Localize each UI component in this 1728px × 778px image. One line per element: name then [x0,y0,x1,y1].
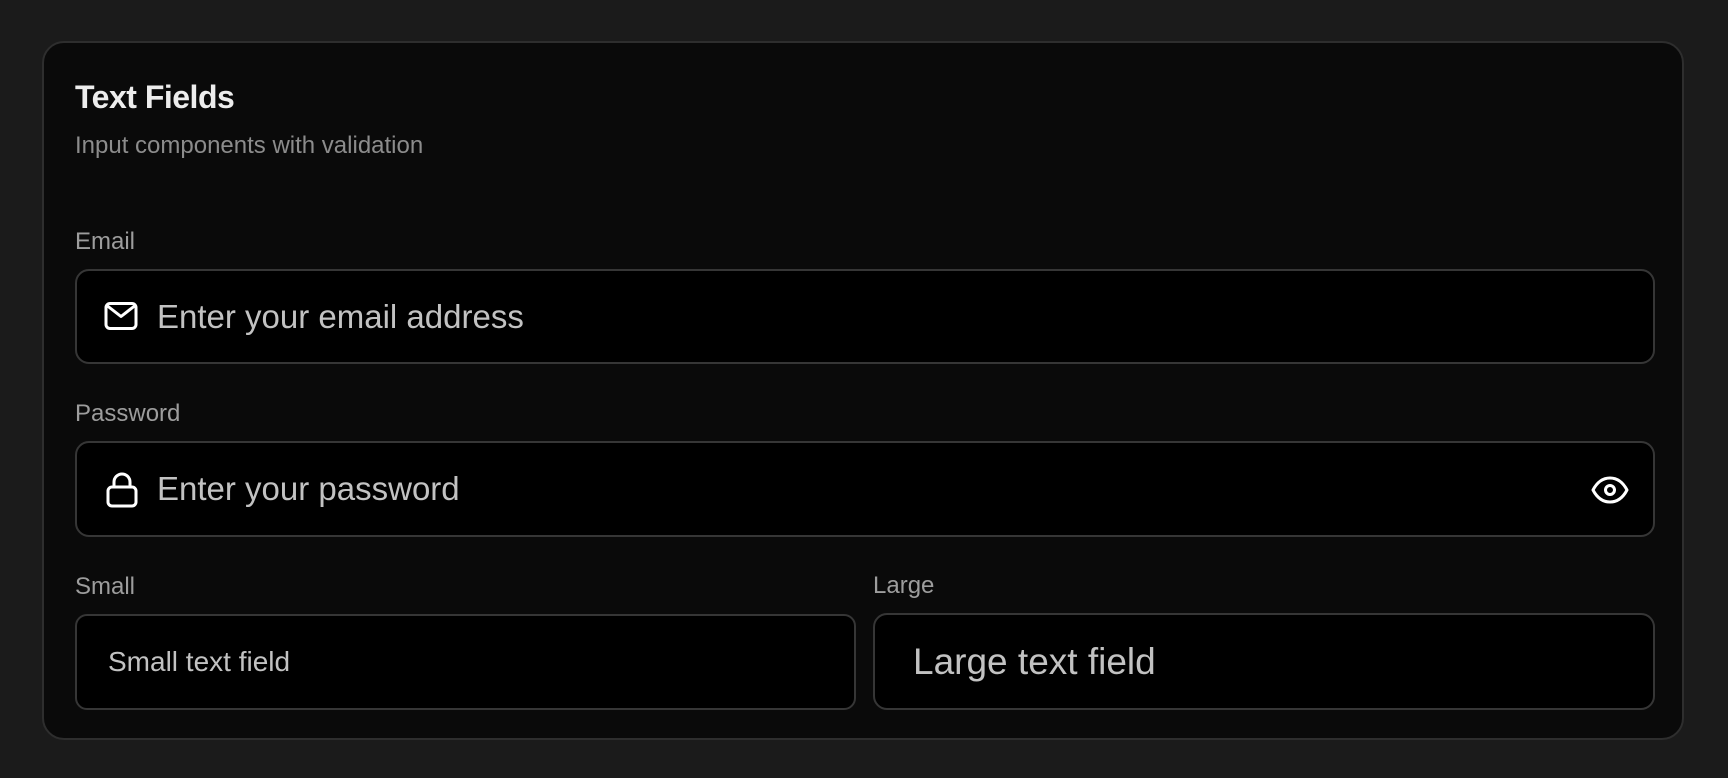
card-subtitle: Input components with validation [75,132,424,159]
large-input[interactable] [913,615,1633,708]
large-label: Large [873,572,935,599]
email-field[interactable] [75,269,1655,364]
password-input[interactable] [157,443,1563,535]
large-text-field[interactable] [873,613,1655,710]
mail-icon [104,302,138,330]
password-label: Password [75,400,181,427]
small-label: Small [75,573,136,600]
text-fields-card: Text Fields Input components with valida… [42,41,1684,740]
small-text-field[interactable] [75,614,856,710]
password-field[interactable] [75,441,1655,537]
lock-icon [106,472,138,508]
small-input[interactable] [108,616,834,708]
email-label: Email [75,228,136,255]
card-title: Text Fields [75,79,235,115]
email-input[interactable] [157,271,1633,362]
eye-icon[interactable] [1591,476,1629,504]
